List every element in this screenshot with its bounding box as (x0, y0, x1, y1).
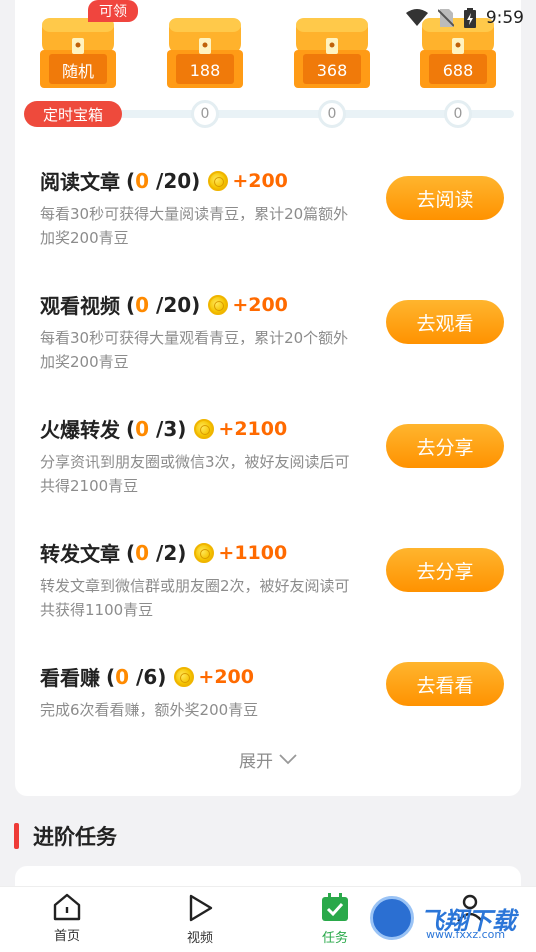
chest-label: 688 (442, 60, 474, 80)
watermark-logo-icon (370, 896, 414, 940)
task-progress: (0 /3) (126, 416, 187, 441)
go-watch-button[interactable]: 去观看 (386, 300, 504, 344)
task-title-row: 看看赚 (0 /6) +200 (40, 662, 254, 691)
timed-chest-pill[interactable]: 定时宝箱 (24, 101, 122, 127)
task-icon (322, 893, 348, 921)
go-look-button[interactable]: 去看看 (386, 662, 504, 706)
claimable-badge: 可领 (88, 0, 138, 22)
coin-icon (194, 542, 215, 563)
coin-icon (208, 294, 229, 315)
task-progress-total: /20 (156, 168, 192, 193)
section-title: 进阶任务 (33, 825, 117, 849)
task-hot-share: 火爆转发 (0 /3) +2100 分享资讯到朋友圈或微信3次，被好友阅读后可共… (40, 414, 520, 514)
play-icon (189, 894, 213, 922)
progress-node: 0 (191, 100, 219, 128)
task-progress-total: /2 (156, 540, 178, 565)
tab-home[interactable]: 首页 (27, 893, 107, 949)
no-sim-icon (437, 9, 454, 27)
task-reward: +2100 (218, 417, 288, 440)
task-progress-total: /6 (136, 664, 158, 689)
go-read-button[interactable]: 去阅读 (386, 176, 504, 220)
task-title: 转发文章 (40, 542, 120, 566)
task-progress-done: 0 (135, 168, 150, 193)
task-forward-articles: 转发文章 (0 /2) +1100 转发文章到微信群或朋友圈2次，被好友阅读可共… (40, 538, 520, 638)
tab-tasks[interactable]: 任务 (295, 893, 375, 949)
treasure-chest-188[interactable]: 188 (163, 6, 247, 90)
tab-label: 视频 (186, 931, 213, 946)
task-progress-done: 0 (115, 664, 130, 689)
task-reward: +200 (198, 665, 254, 688)
task-watch-videos: 观看视频 (0 /20) +200 每看30秒可获得大量观看青豆，累计20个额外… (40, 290, 520, 390)
status-bar: 9:59 (376, 0, 536, 36)
task-progress-done: 0 (135, 416, 150, 441)
coin-icon (194, 418, 215, 439)
coin-icon (174, 666, 195, 687)
chest-label: 随机 (61, 62, 94, 81)
expand-label: 展开 (239, 751, 273, 772)
home-icon (53, 893, 81, 921)
task-description: 分享资讯到朋友圈或微信3次，被好友阅读后可共得2100青豆 (40, 453, 350, 495)
task-description: 完成6次看看赚，额外奖200青豆 (40, 701, 259, 719)
advanced-tasks-header: 进阶任务 (14, 820, 117, 852)
chest-label: 368 (316, 60, 348, 80)
task-reward: +200 (232, 293, 288, 316)
progress-node: 0 (444, 100, 472, 128)
coin-icon (208, 170, 229, 191)
watermark-url: www.fxxz.com (426, 928, 506, 941)
task-title-row: 火爆转发 (0 /3) +2100 (40, 414, 287, 443)
tab-label: 任务 (321, 931, 348, 946)
tab-label: 首页 (53, 929, 80, 944)
task-title: 观看视频 (40, 294, 120, 318)
status-time: 9:59 (485, 8, 524, 28)
battery-icon (463, 8, 476, 28)
go-share-button[interactable]: 去分享 (386, 424, 504, 468)
section-accent-bar (14, 823, 19, 849)
expand-button[interactable]: 展开 (0, 744, 536, 774)
task-reward: +200 (232, 169, 288, 192)
task-title: 阅读文章 (40, 170, 120, 194)
task-description: 转发文章到微信群或朋友圈2次，被好友阅读可共获得1100青豆 (40, 577, 350, 619)
task-title: 看看赚 (40, 666, 100, 690)
task-progress-done: 0 (135, 292, 150, 317)
chevron-down-icon (279, 754, 297, 765)
task-progress: (0 /20) (126, 168, 201, 193)
task-title: 火爆转发 (40, 418, 120, 442)
task-reward: +1100 (218, 541, 288, 564)
tab-video[interactable]: 视频 (160, 893, 240, 949)
task-title-row: 观看视频 (0 /20) +200 (40, 290, 288, 319)
task-progress: (0 /20) (126, 292, 201, 317)
task-progress: (0 /2) (126, 540, 187, 565)
go-share-button[interactable]: 去分享 (386, 548, 504, 592)
task-title-row: 阅读文章 (0 /20) +200 (40, 166, 288, 195)
task-read-articles: 阅读文章 (0 /20) +200 每看30秒可获得大量阅读青豆，累计20篇额外… (40, 166, 520, 266)
chest-label: 188 (189, 60, 221, 80)
task-progress-done: 0 (135, 540, 150, 565)
treasure-chest-368[interactable]: 368 (290, 6, 374, 90)
wifi-icon (405, 9, 428, 26)
task-title-row: 转发文章 (0 /2) +1100 (40, 538, 287, 567)
task-progress: (0 /6) (106, 664, 167, 689)
task-description: 每看30秒可获得大量观看青豆，累计20个额外加奖200青豆 (40, 329, 349, 371)
site-watermark: 飞翔下载 www.fxxz.com (370, 890, 530, 946)
task-progress-total: /3 (156, 416, 178, 441)
task-progress-total: /20 (156, 292, 192, 317)
progress-node: 0 (318, 100, 346, 128)
task-description: 每看30秒可获得大量阅读青豆，累计20篇额外加奖200青豆 (40, 205, 349, 247)
